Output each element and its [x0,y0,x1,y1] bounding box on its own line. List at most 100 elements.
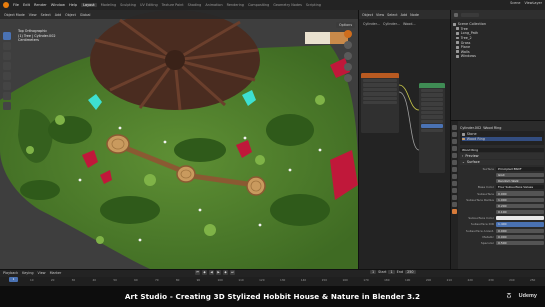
property-field[interactable]: Principled BSDF [496,166,544,171]
menu-object[interactable]: Object [65,13,76,17]
property-field[interactable]: 0.000 [496,234,544,239]
property-field[interactable]: 0.000 [496,191,544,196]
property-field[interactable]: 1.400 [496,222,544,227]
start-frame-field[interactable]: 1 [388,270,395,274]
scene-selector[interactable]: Scene [510,1,520,5]
material-tab-icon[interactable] [452,209,457,214]
outliner-item[interactable]: Windows [453,54,544,59]
next-keyframe-icon[interactable]: ◆ [223,270,228,275]
end-frame-field[interactable]: 250 [405,270,416,274]
timeline-panel[interactable]: Playback Keying View Marker ⏮ ◆ ◀ ▶ ◆ ⏭ … [0,269,545,286]
orientation-gizmo-icon[interactable] [344,30,352,38]
move-tool-icon[interactable] [3,52,11,60]
tab-geometry-nodes[interactable]: Geometry Nodes [273,3,302,7]
particles-tab-icon[interactable] [452,181,457,186]
tab-rendering[interactable]: Rendering [227,3,244,7]
constraints-tab-icon[interactable] [452,195,457,200]
transform-tool-icon[interactable] [3,82,11,90]
tab-modeling[interactable]: Modeling [101,3,116,7]
property-field[interactable]: Random Walk [496,179,544,184]
tab-animation[interactable]: Animation [205,3,222,7]
tab-texture-paint[interactable]: Texture Paint [162,3,184,7]
select-box-tool-icon[interactable] [3,32,11,40]
tab-compositing[interactable]: Compositing [248,3,269,7]
view-layer-selector[interactable]: ViewLayer [525,1,543,5]
cursor-tool-icon[interactable] [3,42,11,50]
tab-uv-editing[interactable]: UV Editing [140,3,158,7]
menu-view[interactable]: View [29,13,37,17]
collection-icon [456,41,459,45]
options-button[interactable]: Options [336,22,356,28]
menu-help[interactable]: Help [69,3,77,7]
rotate-tool-icon[interactable] [3,62,11,70]
pan-hand-icon[interactable] [344,52,352,60]
jump-end-icon[interactable]: ⏭ [230,270,235,275]
current-frame-field[interactable]: 1 [370,270,377,274]
material-slot-list[interactable]: Stone Wood Ring [460,131,544,146]
tab-layout[interactable]: Layout [81,3,97,7]
menu-playback[interactable]: Playback [3,271,18,275]
modifier-tab-icon[interactable] [452,174,457,179]
zoom-icon[interactable] [344,41,352,49]
scene-tab-icon[interactable] [452,153,457,158]
properties-panel[interactable]: Cylinder.002 Wood Ring Stone Wood Ring W… [450,120,545,270]
property-field[interactable]: 0.000 [496,228,544,233]
udemy-logo-icon [506,293,512,299]
data-tab-icon[interactable] [452,202,457,207]
menu-marker[interactable]: Marker [50,271,62,275]
outliner-panel[interactable]: Scene Collection Tree Long_Path Tree_2 G… [450,10,545,120]
surface-section[interactable]: ⌄ Surface [460,159,544,166]
property-field[interactable]: 0.500 [496,240,544,246]
scale-tool-icon[interactable] [3,72,11,80]
menu-file[interactable]: File [13,3,19,7]
transform-orientation[interactable]: Global [80,13,91,17]
jump-start-icon[interactable]: ⏮ [195,270,200,275]
menu-keying[interactable]: Keying [22,271,33,275]
property-field[interactable]: 0.200 [496,203,544,208]
tab-sculpting[interactable]: Sculpting [120,3,136,7]
menu-add[interactable]: Add [55,13,61,17]
material-name-field[interactable]: Wood Ring [460,147,544,152]
physics-tab-icon[interactable] [452,188,457,193]
mode-selector[interactable]: Object Mode [4,13,25,17]
tab-scripting[interactable]: Scripting [306,3,321,7]
menu-edit[interactable]: Edit [23,3,30,7]
property-field[interactable]: 0.100 [496,209,544,215]
render-tab-icon[interactable] [452,132,457,137]
menu-window[interactable]: Window [51,3,65,7]
perspective-toggle-icon[interactable] [344,74,352,82]
frame-tick-label: 80 [175,278,180,282]
tab-shading[interactable]: Shading [188,3,202,7]
measure-tool-icon[interactable] [3,102,11,110]
3d-viewport[interactable]: Object Mode View Select Add Object Globa… [0,10,358,269]
outliner-filter-icon[interactable] [454,12,458,17]
menu-render[interactable]: Render [34,3,47,7]
collection-icon [456,36,459,40]
play-reverse-icon[interactable]: ◀ [209,270,214,275]
frame-tick-label: 10 [30,278,34,282]
menu-select[interactable]: Select [41,13,51,17]
timeline-ruler[interactable]: 1 10 20 30 40 50 60 70 80 90 100 110 120 130 140 150 16… [0,277,545,286]
playback-controls: ⏮ ◆ ◀ ▶ ◆ ⏭ [195,270,235,275]
property-field[interactable]: 1.000 [496,197,544,202]
property-field[interactable]: Four Subsurface Values [496,185,544,190]
material-slot[interactable]: Wood Ring [462,136,542,142]
blender-logo-icon[interactable] [3,2,9,8]
menu-view[interactable]: View [38,271,46,275]
play-icon[interactable]: ▶ [216,270,221,275]
property-field[interactable]: GGX [496,172,544,178]
annotate-tool-icon[interactable] [3,92,11,100]
color-swatch[interactable] [496,216,544,221]
world-tab-icon[interactable] [452,160,457,165]
output-tab-icon[interactable] [452,139,457,144]
playhead[interactable]: 1 [9,277,18,282]
preview-section[interactable]: › Preview [460,153,544,159]
object-tab-icon[interactable] [452,167,457,172]
outliner-search-icon[interactable] [461,12,479,17]
camera-view-icon[interactable] [344,63,352,71]
tool-tab-icon[interactable] [452,125,457,130]
frame-tick-label: 230 [488,278,494,282]
shader-node-editor[interactable]: Object View Select Add Node Cylinder... … [358,10,451,269]
view-layer-tab-icon[interactable] [452,146,457,151]
prev-keyframe-icon[interactable]: ◆ [202,270,207,275]
